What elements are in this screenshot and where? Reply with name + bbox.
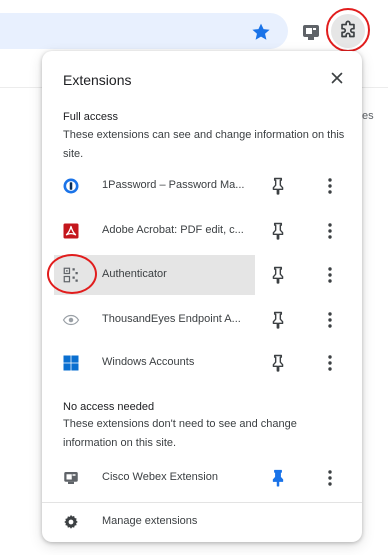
manage-extensions-button[interactable]: Manage extensions bbox=[54, 503, 354, 541]
page-edge-text: es bbox=[362, 110, 374, 122]
extension-name: Cisco Webex Extension bbox=[102, 471, 218, 483]
more-options-icon[interactable] bbox=[322, 176, 338, 196]
windows-icon bbox=[62, 354, 80, 372]
full-access-heading: Full access bbox=[63, 111, 119, 123]
no-access-heading: No access needed bbox=[63, 401, 155, 413]
close-icon[interactable] bbox=[328, 69, 346, 87]
adobe-acrobat-icon bbox=[62, 222, 80, 240]
pin-icon[interactable] bbox=[268, 353, 288, 373]
address-bar[interactable] bbox=[0, 13, 288, 49]
extension-name: Adobe Acrobat: PDF edit, c... bbox=[102, 224, 244, 236]
bookmark-star-icon[interactable] bbox=[250, 21, 272, 43]
manage-extensions-label: Manage extensions bbox=[102, 515, 198, 527]
no-access-description: These extensions don't need to see and c… bbox=[63, 418, 297, 449]
webex-icon bbox=[62, 469, 80, 487]
extension-name: 1Password – Password Ma... bbox=[102, 179, 245, 191]
1password-icon bbox=[62, 177, 80, 195]
extensions-menu: Extensions Full access These extensions … bbox=[42, 51, 362, 542]
extension-row-windows-accounts[interactable]: Windows Accounts bbox=[54, 343, 354, 383]
pin-icon[interactable] bbox=[268, 221, 288, 241]
extension-row-1password[interactable]: 1Password – Password Ma... bbox=[54, 166, 354, 206]
more-options-icon[interactable] bbox=[322, 265, 338, 285]
more-options-icon[interactable] bbox=[322, 310, 338, 330]
full-access-description: These extensions can see and change info… bbox=[63, 129, 345, 160]
more-options-icon[interactable] bbox=[322, 468, 338, 488]
more-options-icon[interactable] bbox=[322, 353, 338, 373]
gear-icon bbox=[62, 513, 80, 531]
thousandeyes-icon bbox=[62, 311, 80, 329]
extension-row-thousandeyes[interactable]: ThousandEyes Endpoint A... bbox=[54, 300, 354, 340]
pinned-icon[interactable] bbox=[268, 468, 288, 488]
pin-icon[interactable] bbox=[268, 176, 288, 196]
pin-icon[interactable] bbox=[268, 310, 288, 330]
extension-name: Windows Accounts bbox=[102, 356, 195, 368]
extensions-puzzle-button[interactable] bbox=[331, 14, 365, 48]
extension-row-adobe-acrobat[interactable]: Adobe Acrobat: PDF edit, c... bbox=[54, 211, 354, 251]
webex-toolbar-icon[interactable] bbox=[299, 20, 323, 44]
authenticator-row-actions bbox=[54, 255, 354, 295]
more-options-icon[interactable] bbox=[322, 221, 338, 241]
extension-row-cisco-webex[interactable]: Cisco Webex Extension bbox=[54, 458, 354, 498]
panel-title: Extensions bbox=[63, 72, 132, 88]
puzzle-icon bbox=[341, 20, 355, 38]
pin-icon[interactable] bbox=[268, 265, 288, 285]
extension-name: ThousandEyes Endpoint A... bbox=[102, 313, 241, 325]
